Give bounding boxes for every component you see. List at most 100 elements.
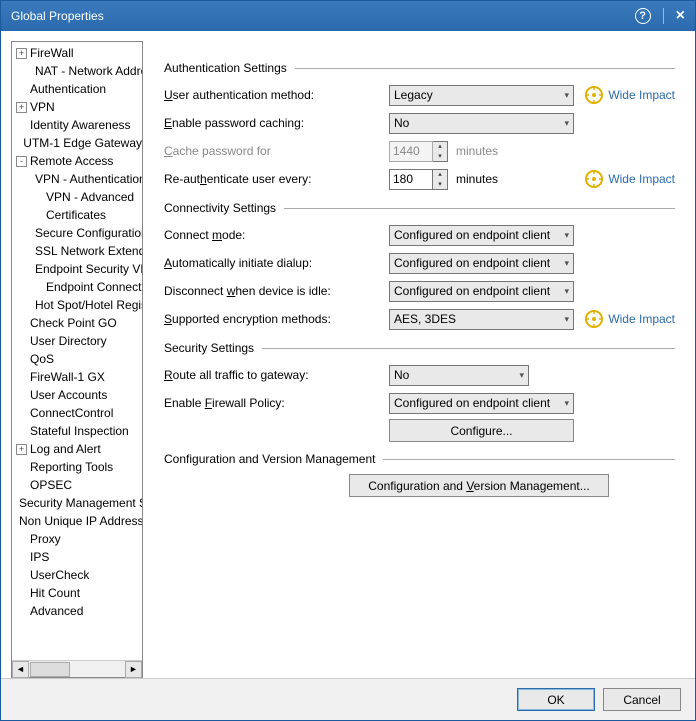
- cvm-button[interactable]: Configuration and Version Management...: [349, 474, 609, 497]
- tree-item[interactable]: User Directory: [12, 332, 142, 350]
- label-enable-fw-policy: Enable Firewall Policy:: [164, 396, 389, 410]
- tree-item-label: Proxy: [30, 531, 61, 547]
- label-disconnect-idle: Disconnect when device is idle:: [164, 284, 389, 298]
- tree-item[interactable]: Stateful Inspection: [12, 422, 142, 440]
- section-cvm: Configuration and Version Management: [164, 452, 675, 466]
- scroll-thumb[interactable]: [30, 662, 70, 677]
- tree-item-label: Non Unique IP Addresses: [19, 513, 142, 529]
- ok-button[interactable]: OK: [517, 688, 595, 711]
- tree-item[interactable]: QoS: [12, 350, 142, 368]
- tree-item[interactable]: NAT - Network Address: [12, 62, 142, 80]
- expand-icon[interactable]: +: [16, 444, 27, 455]
- tree-item-label: UTM-1 Edge Gateway: [23, 135, 142, 151]
- spin-reauth-every[interactable]: 180: [389, 169, 433, 190]
- tree-item[interactable]: +Log and Alert: [12, 440, 142, 458]
- select-disconnect-idle[interactable]: Configured on endpoint client▾: [389, 281, 574, 302]
- tree-item[interactable]: Secure Configuration: [12, 224, 142, 242]
- tree-item-label: VPN - Advanced: [46, 189, 134, 205]
- tree-item[interactable]: Reporting Tools: [12, 458, 142, 476]
- select-user-auth-method[interactable]: Legacy▾: [389, 85, 574, 106]
- select-connect-mode[interactable]: Configured on endpoint client▾: [389, 225, 574, 246]
- tree-item-label: Secure Configuration: [35, 225, 142, 241]
- dialog-footer: OK Cancel: [1, 678, 695, 720]
- tree-item[interactable]: Identity Awareness: [12, 116, 142, 134]
- expand-icon[interactable]: +: [16, 102, 27, 113]
- tree-item[interactable]: SSL Network Extender: [12, 242, 142, 260]
- select-route-all[interactable]: No▾: [389, 365, 529, 386]
- tree-item[interactable]: Hit Count: [12, 584, 142, 602]
- settings-panel: Authentication Settings User authenticat…: [149, 41, 685, 678]
- tree-item[interactable]: VPN - Advanced: [12, 188, 142, 206]
- tree-horizontal-scrollbar[interactable]: ◄ ►: [12, 660, 142, 677]
- tree-item[interactable]: FireWall-1 GX: [12, 368, 142, 386]
- collapse-icon[interactable]: -: [16, 156, 27, 167]
- scroll-right-button[interactable]: ►: [125, 661, 142, 678]
- section-connectivity-settings: Connectivity Settings: [164, 201, 675, 215]
- section-auth-settings: Authentication Settings: [164, 61, 675, 75]
- tree-item-label: Certificates: [46, 207, 106, 223]
- tree-item-label: Check Point GO: [30, 315, 117, 331]
- nav-tree[interactable]: +FireWallNAT - Network Address Authentica…: [12, 42, 142, 660]
- tree-item[interactable]: Certificates: [12, 206, 142, 224]
- tree-item[interactable]: Check Point GO: [12, 314, 142, 332]
- tree-item[interactable]: -Remote Access: [12, 152, 142, 170]
- window-title: Global Properties: [11, 9, 104, 23]
- tree-item-label: Remote Access: [30, 153, 113, 169]
- scroll-left-button[interactable]: ◄: [12, 661, 29, 678]
- tree-item[interactable]: VPN - Authentication: [12, 170, 142, 188]
- tree-item[interactable]: Endpoint Security VPN: [12, 260, 142, 278]
- tree-item-label: NAT - Network Address: [35, 63, 142, 79]
- nav-tree-panel: +FireWallNAT - Network Address Authentica…: [11, 41, 143, 678]
- tree-item[interactable]: UserCheck: [12, 566, 142, 584]
- label-auto-dialup: Automatically initiate dialup:: [164, 256, 389, 270]
- close-icon[interactable]: ×: [676, 7, 685, 25]
- tree-item-label: Advanced: [30, 603, 83, 619]
- tree-item[interactable]: +FireWall: [12, 44, 142, 62]
- expand-icon[interactable]: +: [16, 48, 27, 59]
- tree-item-label: Log and Alert: [30, 441, 101, 457]
- global-properties-dialog: Global Properties ? × +FireWallNAT - Net…: [0, 0, 696, 721]
- tree-item-label: Stateful Inspection: [30, 423, 129, 439]
- tree-item[interactable]: Proxy: [12, 530, 142, 548]
- unit-cache-pw: minutes: [456, 144, 498, 158]
- select-auto-dialup[interactable]: Configured on endpoint client▾: [389, 253, 574, 274]
- wide-impact-link[interactable]: Wide Impact: [608, 88, 675, 102]
- tree-item[interactable]: +VPN: [12, 98, 142, 116]
- configure-button[interactable]: Configure...: [389, 419, 574, 442]
- select-enable-fw-policy[interactable]: Configured on endpoint client▾: [389, 393, 574, 414]
- tree-item-label: Endpoint Security VPN: [35, 261, 142, 277]
- wide-impact-link[interactable]: Wide Impact: [608, 312, 675, 326]
- spin-reauth-buttons[interactable]: ▴▾: [433, 169, 448, 190]
- tree-item[interactable]: Authentication: [12, 80, 142, 98]
- wide-impact-icon: [585, 310, 603, 328]
- tree-item[interactable]: OPSEC: [12, 476, 142, 494]
- tree-item[interactable]: Endpoint Connect: [12, 278, 142, 296]
- wide-impact-link[interactable]: Wide Impact: [608, 172, 675, 186]
- label-route-all: Route all traffic to gateway:: [164, 368, 389, 382]
- tree-item-label: VPN - Authentication: [35, 171, 142, 187]
- help-icon[interactable]: ?: [635, 8, 651, 24]
- tree-item-label: Hit Count: [30, 585, 80, 601]
- tree-item-label: Endpoint Connect: [46, 279, 141, 295]
- tree-item-label: ConnectControl: [30, 405, 113, 421]
- tree-item-label: IPS: [30, 549, 49, 565]
- tree-item[interactable]: User Accounts: [12, 386, 142, 404]
- tree-item[interactable]: IPS: [12, 548, 142, 566]
- select-enable-pw-cache[interactable]: No▾: [389, 113, 574, 134]
- tree-item-label: Reporting Tools: [30, 459, 113, 475]
- select-supported-enc[interactable]: AES, 3DES▾: [389, 309, 574, 330]
- tree-item-label: Authentication: [30, 81, 106, 97]
- tree-item-label: VPN: [30, 99, 55, 115]
- tree-item[interactable]: Advanced: [12, 602, 142, 620]
- tree-item[interactable]: UTM-1 Edge Gateway: [12, 134, 142, 152]
- cancel-button[interactable]: Cancel: [603, 688, 681, 711]
- tree-item-label: User Accounts: [30, 387, 107, 403]
- tree-item[interactable]: Non Unique IP Addresses: [12, 512, 142, 530]
- tree-item[interactable]: ConnectControl: [12, 404, 142, 422]
- tree-item-label: User Directory: [30, 333, 107, 349]
- tree-item[interactable]: Security Management Server: [12, 494, 142, 512]
- titlebar-separator: [663, 8, 664, 24]
- label-user-auth-method: User authentication method:: [164, 88, 389, 102]
- tree-item[interactable]: Hot Spot/Hotel Registration: [12, 296, 142, 314]
- tree-item-label: UserCheck: [30, 567, 89, 583]
